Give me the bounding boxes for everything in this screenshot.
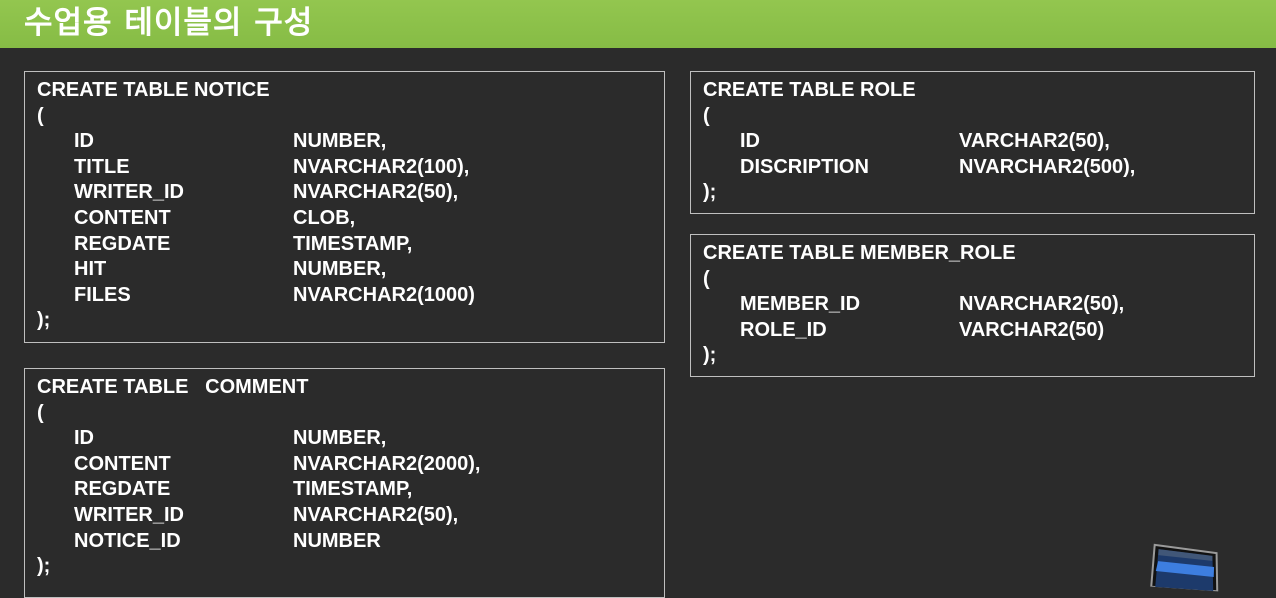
- column-type: NVARCHAR2(1000): [293, 283, 475, 306]
- create-table-header: CREATE TABLE MEMBER_ROLE: [703, 242, 1016, 264]
- column-name: WRITER_ID: [74, 181, 184, 204]
- monitor-graphic: [1150, 543, 1219, 592]
- column-row: REGDATE TIMESTAMP,: [37, 477, 664, 503]
- column-name: ID: [74, 130, 94, 153]
- column-type: NVARCHAR2(500),: [959, 155, 1136, 178]
- column-type: TIMESTAMP,: [293, 232, 413, 255]
- column-type: TIMESTAMP,: [293, 478, 413, 501]
- column-name: TITLE: [74, 155, 130, 178]
- create-table-header: CREATE TABLE COMMENT: [37, 376, 309, 398]
- column-name: CONTENT: [74, 452, 171, 475]
- open-paren: (: [37, 104, 44, 127]
- column-type: NVARCHAR2(50),: [293, 181, 459, 204]
- column-row: WRITER_ID NVARCHAR2(50),: [37, 503, 664, 529]
- notice-table-box: CREATE TABLE NOTICE ( ID NUMBER, TITLE NVA…: [24, 71, 665, 343]
- close-paren: );: [703, 344, 717, 367]
- column-type: NVARCHAR2(100),: [293, 155, 470, 178]
- slide-title: 수업용 테이블의 구성: [24, 5, 314, 41]
- column-name: ID: [74, 427, 94, 450]
- column-name: REGDATE: [74, 478, 171, 501]
- column-type: NUMBER,: [293, 258, 387, 281]
- create-table-header: CREATE TABLE ROLE: [703, 79, 916, 101]
- column-name: NOTICE_ID: [74, 529, 181, 552]
- comment-table-box: CREATE TABLE COMMENT ( ID NUMBER, CONTENT…: [24, 368, 665, 598]
- column-type: VARCHAR2(50),: [959, 130, 1110, 153]
- column-type: NVARCHAR2(50),: [959, 293, 1125, 316]
- column-row: CONTENT NVARCHAR2(2000),: [37, 452, 664, 478]
- column-type: NVARCHAR2(50),: [293, 503, 459, 526]
- column-row: REGDATE TIMESTAMP,: [37, 232, 664, 258]
- column-row: WRITER_ID NVARCHAR2(50),: [37, 180, 664, 206]
- column-type: NUMBER: [293, 529, 381, 552]
- open-paren: (: [703, 267, 710, 290]
- open-paren: (: [37, 401, 44, 424]
- column-row: ID VARCHAR2(50),: [703, 129, 1254, 155]
- column-name: REGDATE: [74, 232, 171, 255]
- column-name: HIT: [74, 258, 107, 281]
- title-bar: 수업용 테이블의 구성: [0, 0, 1276, 48]
- column-row: DISCRIPTION NVARCHAR2(500),: [703, 155, 1254, 181]
- column-row: ID NUMBER,: [37, 129, 664, 155]
- column-type: NUMBER,: [293, 130, 387, 153]
- column-row: CONTENT CLOB,: [37, 206, 664, 232]
- member-role-table-box: CREATE TABLE MEMBER_ROLE ( MEMBER_ID NVAR…: [690, 234, 1255, 377]
- column-type: VARCHAR2(50): [959, 318, 1105, 341]
- role-table-box: CREATE TABLE ROLE ( ID VARCHAR2(50), DISC…: [690, 71, 1255, 214]
- column-name: WRITER_ID: [74, 503, 184, 526]
- column-name: FILES: [74, 283, 131, 306]
- column-row: ID NUMBER,: [37, 426, 664, 452]
- open-paren: (: [703, 104, 710, 127]
- column-name: CONTENT: [74, 206, 171, 229]
- column-type: NVARCHAR2(2000),: [293, 452, 481, 475]
- column-row: HIT NUMBER,: [37, 257, 664, 283]
- column-row: MEMBER_ID NVARCHAR2(50),: [703, 292, 1254, 318]
- create-table-header: CREATE TABLE NOTICE: [37, 79, 270, 101]
- column-name: ROLE_ID: [740, 318, 827, 341]
- column-name: ID: [740, 130, 760, 153]
- column-row: TITLE NVARCHAR2(100),: [37, 155, 664, 181]
- column-type: NUMBER,: [293, 427, 387, 450]
- column-row: NOTICE_ID NUMBER: [37, 529, 664, 555]
- column-name: DISCRIPTION: [740, 155, 869, 178]
- column-row: FILES NVARCHAR2(1000): [37, 283, 664, 309]
- column-type: CLOB,: [293, 206, 356, 229]
- close-paren: );: [37, 555, 51, 578]
- column-name: MEMBER_ID: [740, 293, 861, 316]
- close-paren: );: [37, 309, 51, 332]
- close-paren: );: [703, 181, 717, 204]
- column-row: ROLE_ID VARCHAR2(50): [703, 318, 1254, 344]
